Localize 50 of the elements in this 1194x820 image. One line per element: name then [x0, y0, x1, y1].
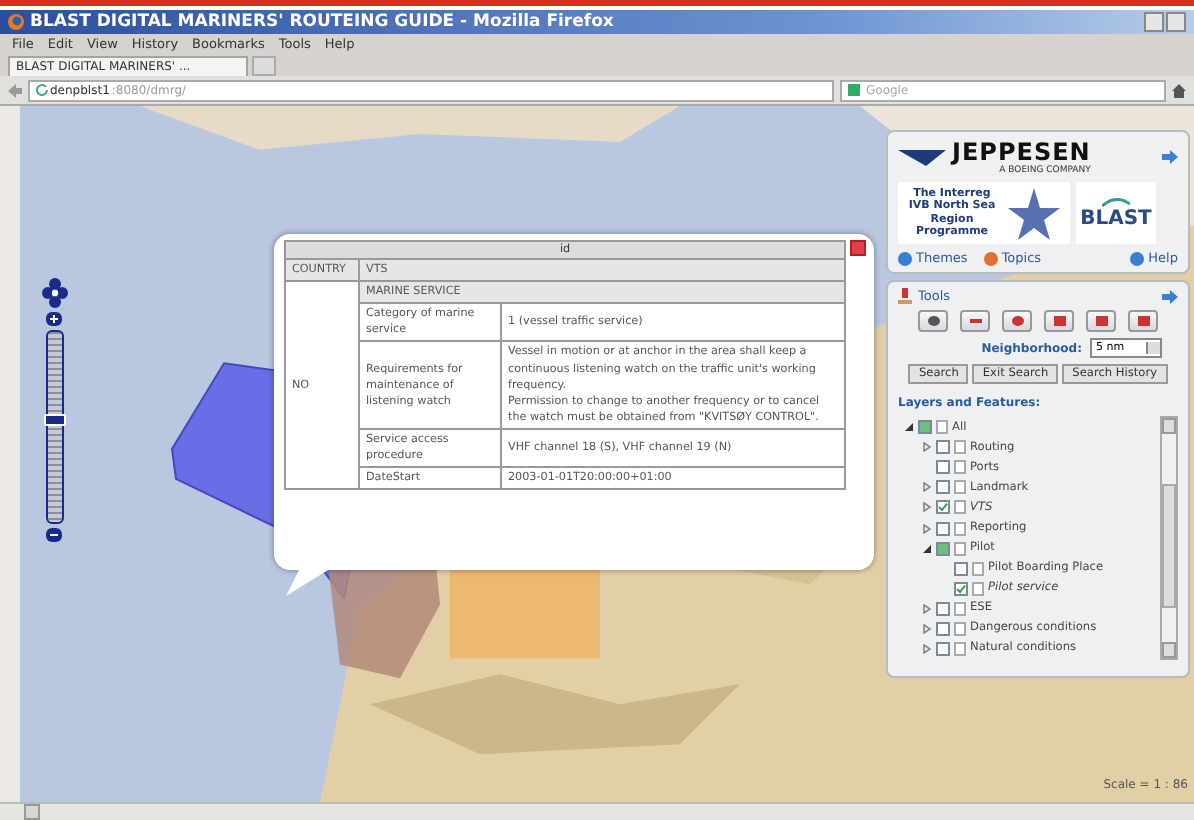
layer-checkbox[interactable] [936, 480, 950, 495]
collapse-arrow-icon[interactable] [904, 422, 914, 433]
expand-arrow-icon[interactable] [922, 643, 932, 654]
link-icon [1130, 251, 1145, 265]
layer-checkbox[interactable] [936, 621, 950, 636]
expand-arrow-icon[interactable] [922, 482, 932, 493]
scrollbar[interactable] [1160, 416, 1178, 660]
map-tool-button[interactable] [1086, 310, 1116, 332]
map-tool-button[interactable] [918, 310, 948, 332]
expand-arrow-icon[interactable] [922, 603, 932, 614]
expand-arrow-icon[interactable] [922, 623, 932, 634]
minimize-button[interactable] [1144, 12, 1164, 32]
maximize-button[interactable] [1166, 12, 1186, 32]
layer-checkbox[interactable] [936, 500, 950, 515]
layer-checkbox[interactable] [954, 561, 968, 576]
window-title: BLAST DIGITAL MARINERS' ROUTEING GUIDE - Mozilla Firefox [30, 12, 614, 32]
layer-checkbox[interactable] [936, 460, 950, 475]
expand-arrow-icon[interactable] [922, 502, 932, 513]
tools-icon [898, 288, 912, 304]
expand-arrow-icon[interactable] [922, 442, 932, 453]
map-tool-button[interactable] [1002, 310, 1032, 332]
link-icon [898, 251, 912, 265]
project-name: BLAST [1080, 207, 1152, 229]
layer-checkbox[interactable] [936, 440, 950, 455]
browser-icon [8, 14, 24, 30]
layer-checkbox[interactable] [954, 581, 968, 596]
search-engine-icon [848, 84, 860, 96]
reload-icon [36, 84, 48, 96]
right-arrow-icon[interactable] [1162, 150, 1178, 164]
back-icon[interactable] [8, 83, 22, 97]
swoosh-logo-icon [898, 149, 946, 165]
right-arrow-icon[interactable] [1162, 289, 1178, 303]
starfish-icon [1006, 185, 1062, 241]
map-tool-button[interactable] [1128, 310, 1158, 332]
map-tool-button[interactable] [960, 310, 990, 332]
link-icon [983, 251, 998, 265]
collapse-arrow-icon[interactable] [922, 543, 932, 554]
pan-control-icon[interactable] [41, 278, 67, 308]
layer-checkbox[interactable] [936, 601, 950, 616]
layer-checkbox[interactable] [936, 641, 950, 656]
wave-icon [1102, 197, 1130, 207]
map-tool-button[interactable] [1044, 310, 1074, 332]
horizontal-scrollbar[interactable] [0, 802, 1194, 820]
check-icon [956, 583, 966, 594]
layer-checkbox[interactable] [936, 521, 950, 535]
point-icon [1011, 316, 1023, 326]
brand-logo: JEPPESEN [952, 138, 1091, 166]
check-icon [938, 502, 948, 513]
expand-arrow-icon[interactable] [922, 523, 932, 533]
home-icon[interactable] [1172, 83, 1186, 97]
